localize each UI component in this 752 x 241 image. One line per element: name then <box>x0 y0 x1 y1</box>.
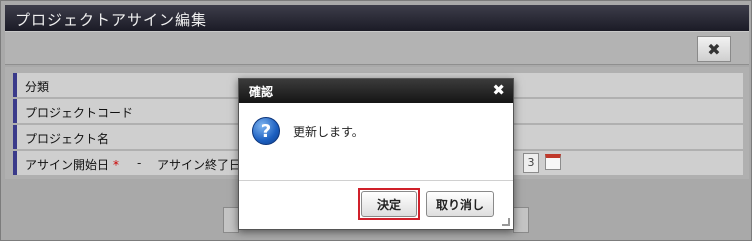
calendar-icon[interactable] <box>545 154 561 170</box>
required-mark: * <box>113 158 120 172</box>
window-close-button[interactable]: ✖ <box>697 36 731 62</box>
dialog-titlebar: 確認 ✖ <box>239 79 513 103</box>
window-toolbar: ✖ <box>5 31 749 65</box>
resize-grip-icon[interactable] <box>502 218 510 226</box>
confirm-dialog: 確認 ✖ ? 更新します。 決定 取り消し <box>238 78 514 230</box>
dialog-divider <box>239 180 513 181</box>
dialog-message: 更新します。 <box>293 125 364 139</box>
window-titlebar: プロジェクトアサイン編集 <box>5 5 749 31</box>
dialog-title: 確認 <box>249 85 274 99</box>
assign-start-label: アサイン開始日 * <box>25 158 120 172</box>
close-icon: ✖ <box>707 39 721 59</box>
window-title: プロジェクトアサイン編集 <box>15 11 208 29</box>
date-separator: - <box>137 156 142 170</box>
project-code-label: プロジェクトコード <box>25 106 134 120</box>
question-icon: ? <box>252 117 280 145</box>
assign-end-label: アサイン終了日 <box>157 158 242 172</box>
dialog-close-icon[interactable]: ✖ <box>492 81 505 99</box>
project-name-label: プロジェクト名 <box>25 132 110 146</box>
ok-button[interactable]: 決定 <box>361 191 417 217</box>
form-button-left[interactable] <box>223 207 239 233</box>
cancel-button[interactable]: 取り消し <box>426 191 494 217</box>
category-label: 分類 <box>25 80 50 94</box>
end-date-input[interactable]: 3 <box>523 153 539 173</box>
form-button-right[interactable] <box>513 207 529 233</box>
